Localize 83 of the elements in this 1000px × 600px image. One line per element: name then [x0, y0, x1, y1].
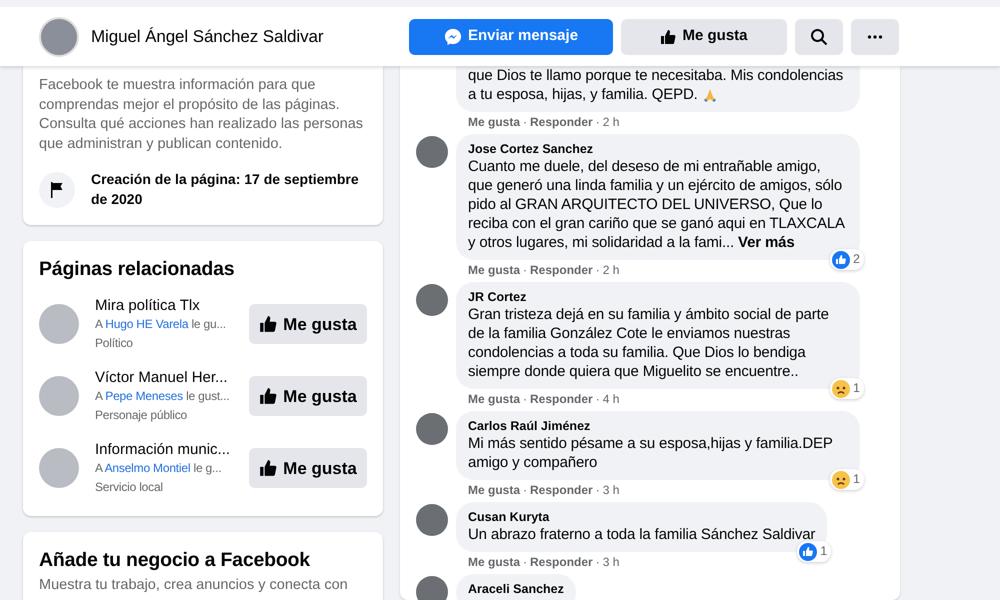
- flag-icon: [50, 182, 64, 198]
- page-name: Miguel Ángel Sánchez Saldivar: [91, 26, 324, 48]
- separator-dot: ·: [523, 263, 528, 278]
- page-category: Político: [95, 334, 134, 352]
- reply-link[interactable]: Responder: [530, 263, 593, 278]
- like-button[interactable]: Me gusta: [249, 376, 367, 416]
- commenter-avatar: [416, 576, 448, 600]
- sad-reaction-icon: [832, 470, 850, 489]
- section-title: Páginas relacionadas: [39, 257, 236, 282]
- sad-reaction-icon: [832, 380, 850, 398]
- reaction-number: 1: [820, 543, 828, 560]
- separator-dot: ·: [596, 483, 600, 498]
- commenter-avatar: [416, 284, 448, 316]
- comment-time[interactable]: 3 h: [602, 483, 620, 498]
- description-text: Facebook te muestra información para que comprendas mejor el propósito de las páginas. Consulta qué acciones han realizado las personas que administran y publican contenido.: [39, 76, 364, 154]
- see-more-link[interactable]: Ver más: [738, 234, 795, 251]
- page-avatar: [39, 448, 79, 488]
- like-link[interactable]: Me gusta: [468, 555, 520, 570]
- comment-text: Mi más sentido pésame a su esposa,hijas y familia.DEP amigo y compañero: [468, 434, 834, 472]
- reaction-number: 2: [853, 251, 860, 268]
- friend-link[interactable]: Pepe Meneses: [105, 388, 183, 403]
- promo-text: Muestra tu trabajo, crea anuncios y conecta con: [39, 576, 349, 594]
- page-category: Personaje público: [95, 406, 188, 424]
- thumbs-up-icon: [259, 387, 278, 406]
- reply-link[interactable]: Responder: [530, 483, 593, 498]
- separator-dot: ·: [523, 555, 528, 570]
- like-link[interactable]: Me gusta: [468, 115, 520, 130]
- like-button[interactable]: Me gusta: [621, 18, 787, 54]
- like-link[interactable]: Me gusta: [468, 392, 520, 407]
- send-message-button[interactable]: Enviar mensaje: [409, 18, 613, 54]
- page-avatar: [39, 376, 79, 416]
- like-link[interactable]: Me gusta: [468, 263, 520, 278]
- thumbs-up-icon: [660, 28, 676, 44]
- page-name[interactable]: Víctor Manuel Her...: [95, 368, 233, 387]
- search-button[interactable]: [795, 18, 843, 54]
- reaction-number: 1: [853, 471, 860, 488]
- reaction-number: 1: [853, 380, 860, 398]
- separator-dot: ·: [523, 115, 528, 130]
- commenter-name[interactable]: Araceli Sanchez: [468, 581, 564, 597]
- comment-time[interactable]: 2 h: [602, 263, 620, 278]
- page-name[interactable]: Información munic...: [95, 440, 233, 459]
- commenter-avatar: [416, 136, 448, 168]
- separator-dot: ·: [596, 392, 600, 407]
- reply-link[interactable]: Responder: [530, 115, 593, 130]
- separator-dot: ·: [523, 392, 528, 407]
- page-category: Servicio local: [95, 478, 164, 496]
- friend-link[interactable]: Hugo HE Varela: [105, 316, 188, 331]
- separator-dot: ·: [523, 483, 528, 498]
- creation-date-text: Creación de la página: 17 de septiembre de 2020: [91, 170, 360, 208]
- comment-text: que Dios te llamo porque te necesitaba. Mis condolencias a tu esposa, hijas, y familia. QEPD.: [468, 66, 844, 104]
- commenter-avatar: [416, 504, 448, 536]
- page-avatar: [39, 16, 79, 56]
- like-button[interactable]: Me gusta: [249, 304, 367, 344]
- comment-text: Un abrazo fraterno a toda la familia Sánchez Saldivar: [468, 525, 816, 544]
- friend-link[interactable]: Anselmo Montiel: [104, 460, 190, 475]
- commenter-name[interactable]: Jose Cortez Sanchez: [468, 141, 848, 157]
- page-name[interactable]: Mira política Tlx: [95, 296, 233, 315]
- more-icon: [867, 34, 883, 38]
- separator-dot: ·: [596, 115, 600, 130]
- commenter-name[interactable]: Carlos Raúl Jiménez: [468, 418, 848, 434]
- like-link[interactable]: Me gusta: [468, 483, 520, 498]
- section-title: Añade tu negocio a Facebook: [39, 548, 311, 574]
- comment-time[interactable]: 4 h: [602, 392, 620, 407]
- separator-dot: ·: [596, 555, 600, 570]
- separator-dot: ·: [596, 263, 600, 278]
- liked-by-text: A Anselmo Montiel le g...: [95, 460, 222, 477]
- commenter-name[interactable]: Cusan Kuryta: [468, 509, 816, 525]
- comment-time[interactable]: 2 h: [602, 115, 620, 130]
- thumbs-up-icon: [259, 315, 278, 334]
- comment-time[interactable]: 3 h: [602, 555, 620, 570]
- commenter-avatar: [416, 413, 448, 445]
- comment-text: Cuanto me duele, del deseso de mi entrañable amigo, que generó una linda familia y un ejército de amigos, sólo pido al GRAN ARQUITECTO DEL UNIVERSO, Que lo reciba con el gran cariño que se ganó aqui en TLAXCALA y otros lugares, mi solidaridad a la fami... Ver más: [468, 157, 846, 252]
- page-avatar: [39, 304, 79, 344]
- like-button[interactable]: Me gusta: [249, 448, 367, 488]
- messenger-icon: [444, 28, 462, 46]
- comment-text: Gran tristeza dejá en su familia y ámbito social de parte de la familia González Cote le enviamos nuestras condolencias a toda su familia. Que Dios lo bendiga siempre donde quiera que Miguelito se encuentre..: [468, 305, 830, 381]
- reply-link[interactable]: Responder: [530, 392, 593, 407]
- thumbs-up-icon: [259, 459, 278, 478]
- liked-by-text: A Hugo HE Varela le gu...: [95, 316, 227, 333]
- commenter-name[interactable]: JR Cortez: [468, 289, 848, 305]
- liked-by-text: A Pepe Meneses le gust...: [95, 388, 230, 405]
- search-icon: [810, 28, 828, 46]
- reply-link[interactable]: Responder: [530, 555, 593, 570]
